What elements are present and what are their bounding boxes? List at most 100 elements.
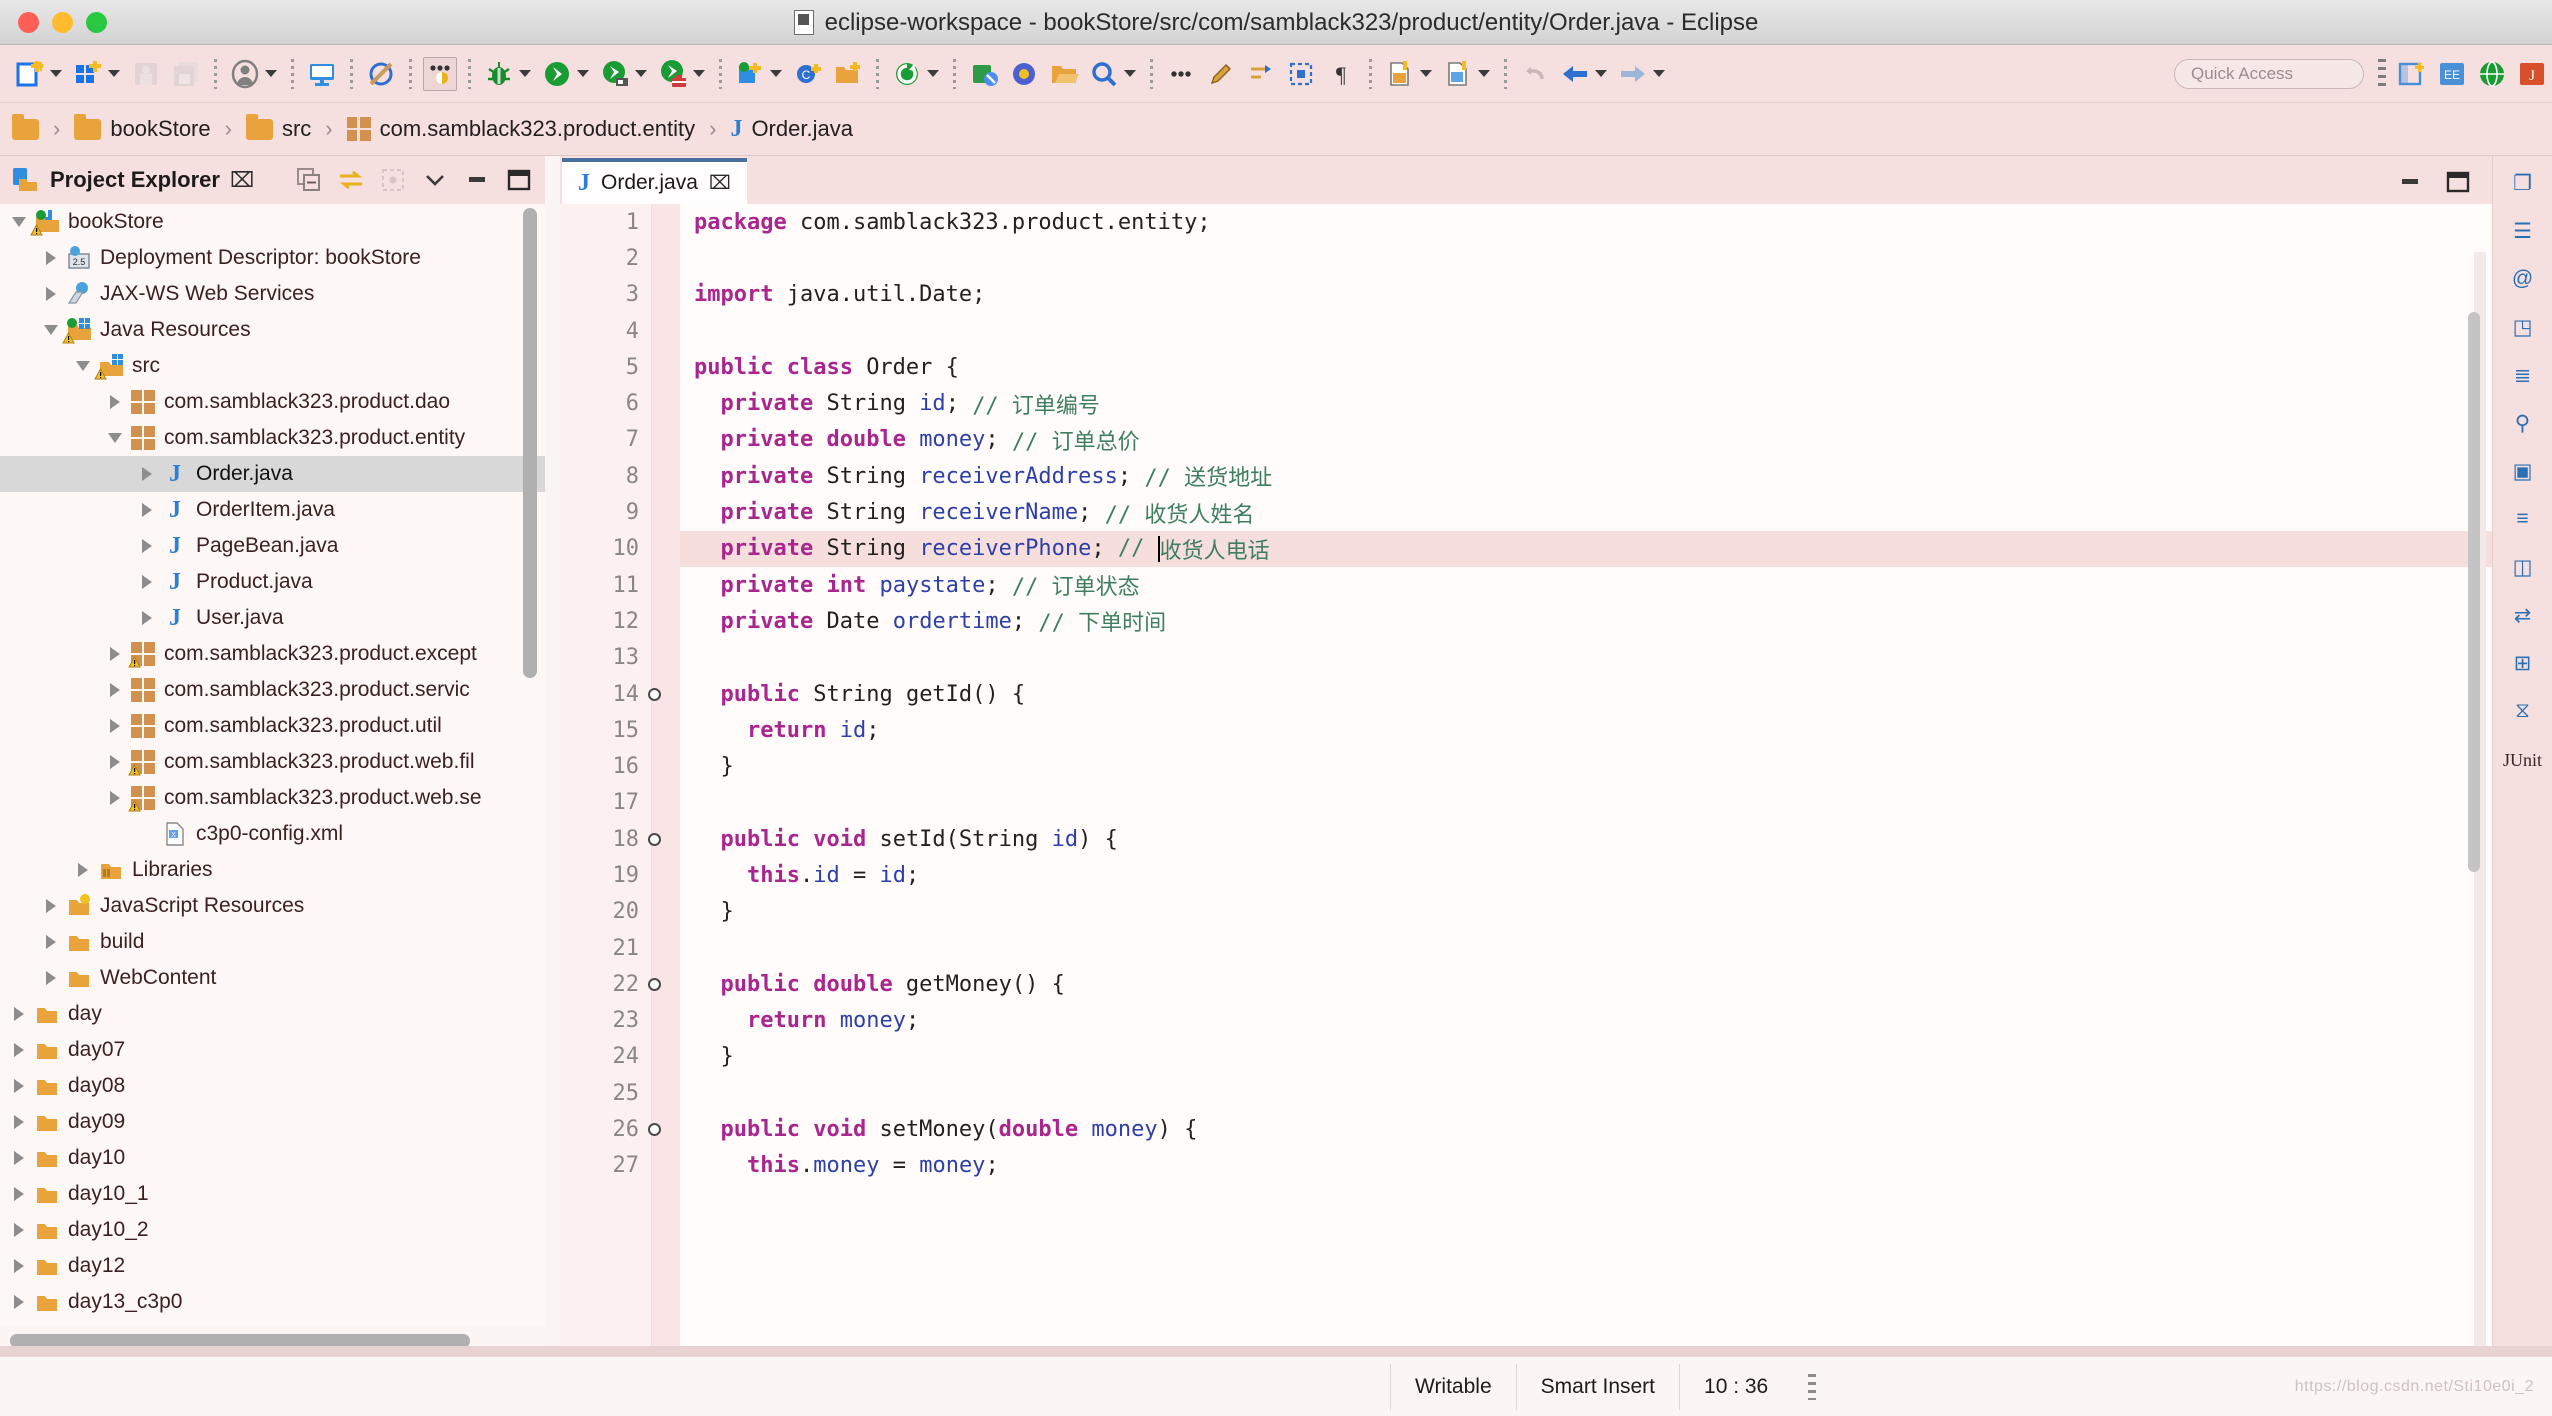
chevron-down-icon[interactable] [38,325,64,335]
chevron-down-icon[interactable] [1653,70,1665,77]
chevron-right-icon[interactable] [102,647,128,661]
code-line[interactable]: public void setId(String id) { [680,821,2492,857]
debug-button[interactable] [479,52,537,96]
chevron-right-icon[interactable] [134,503,160,517]
minimize-editor-button[interactable] [2396,168,2424,196]
maximize-window-button[interactable] [86,11,107,33]
status-bar-handle[interactable] [1808,1373,1817,1400]
collapse-all-button[interactable] [295,166,323,194]
edit-annotation-button[interactable] [1201,52,1241,96]
view-menu-button[interactable] [421,166,449,194]
chevron-down-icon[interactable] [50,70,62,77]
chevron-down-icon[interactable] [635,70,647,77]
chevron-right-icon[interactable] [6,1115,32,1129]
quick-access-input[interactable]: Quick Access [2174,58,2364,89]
tree-item-order-java[interactable]: J Order.java [0,456,545,492]
tree-item-javascript-resources[interactable]: JavaScript Resources [0,888,545,924]
search-view-icon[interactable]: ⚲ [2504,406,2542,440]
chevron-right-icon[interactable] [70,863,96,877]
new-wizard-button[interactable] [10,52,68,96]
tree-item-com-samblack323-product-dao[interactable]: com.samblack323.product.dao [0,384,545,420]
chevron-down-icon[interactable] [1124,70,1136,77]
tree-item-day08[interactable]: day08 [0,1068,545,1104]
chevron-down-icon[interactable] [927,70,939,77]
save-all-button[interactable] [166,52,206,96]
external-tools-button[interactable] [653,52,711,96]
chevron-down-icon[interactable] [1595,70,1607,77]
code-line[interactable]: private double money; // 订单总价 [680,422,2492,458]
new-package-button[interactable] [68,52,126,96]
code-line[interactable]: import java.util.Date; [680,277,2492,313]
code-editor[interactable]: 1 2 3 4 5 6 7 8 9 10 11 12 13 14 15 16 17 18 19 20 21 22 23 24 2… [560,204,2492,1356]
tree-item-com-samblack323-product-util[interactable]: com.samblack323.product.util [0,708,545,744]
java-ee-perspective-button[interactable]: EE [2432,52,2472,96]
properties-view-icon[interactable]: ≡ [2504,502,2542,536]
tree-item-day10[interactable]: day10 [0,1140,545,1176]
save-button[interactable] [126,52,166,96]
tree-item-day10-2[interactable]: day10_2 [0,1212,545,1248]
code-line[interactable] [680,640,2492,676]
tree-item-com-samblack323-product-web-fil[interactable]: com.samblack323.product.web.fil [0,744,545,780]
window-controls[interactable] [18,11,107,33]
tree-item-src[interactable]: src [0,348,545,384]
chevron-down-icon[interactable] [519,70,531,77]
data-source-explorer-icon[interactable]: @ [2504,262,2542,296]
tree-item-deployment-descriptor-bookstore[interactable]: 2.5 Deployment Descriptor: bookStore [0,240,545,276]
new-jsp-button[interactable] [1380,52,1438,96]
chevron-right-icon[interactable] [38,935,64,949]
forward-button[interactable] [1613,52,1671,96]
chevron-down-icon[interactable] [1420,70,1432,77]
editor-vertical-scrollbar[interactable] [2468,312,2480,872]
close-window-button[interactable] [18,11,39,33]
chevron-right-icon[interactable] [6,1259,32,1273]
tree-item-day[interactable]: day [0,996,545,1032]
code-line[interactable]: private Date ordertime; // 下单时间 [680,603,2492,639]
code-line[interactable]: return money; [680,1003,2492,1039]
tree-item-build[interactable]: build [0,924,545,960]
tree-item-day07[interactable]: day07 [0,1032,545,1068]
project-tree[interactable]: bookStore 2.5 Deployment Descriptor: bookS… [0,204,545,1326]
web-perspective-button[interactable] [2472,52,2512,96]
chevron-right-icon[interactable] [6,1295,32,1309]
code-line[interactable]: public void setMoney(double money) { [680,1111,2492,1147]
status-insert-mode[interactable]: Smart Insert [1515,1363,1679,1410]
code-line[interactable]: } [680,748,2492,784]
chevron-right-icon[interactable] [102,719,128,733]
tree-item-com-samblack323-product-except[interactable]: com.samblack323.product.except [0,636,545,672]
breadcrumb-item-bookstore[interactable]: bookStore [74,113,211,142]
tree-item-jax-ws-web-services[interactable]: JAX-WS Web Services [0,276,545,312]
editor-scroll-track[interactable] [2468,252,2486,1356]
chevron-right-icon[interactable] [6,1151,32,1165]
tree-item-com-samblack323-product-web-se[interactable]: com.samblack323.product.web.se [0,780,545,816]
chevron-right-icon[interactable] [6,1223,32,1237]
open-task-button[interactable] [1004,52,1044,96]
undo-button[interactable] [1515,52,1555,96]
code-line[interactable]: } [680,894,2492,930]
chevron-right-icon[interactable] [6,1007,32,1021]
breadcrumb-item-src[interactable]: src [245,113,311,142]
tree-item-libraries[interactable]: Libraries [0,852,545,888]
chevron-down-icon[interactable] [770,70,782,77]
chevron-right-icon[interactable] [134,611,160,625]
close-icon[interactable]: ⌧ [709,172,731,195]
maximize-editor-button[interactable] [2444,168,2472,196]
code-line[interactable]: this. id = id; [680,857,2492,893]
code-line[interactable]: private String receiverPhone; // 收货人电话 [680,530,2492,567]
code-line[interactable] [680,930,2492,966]
new-xml-button[interactable] [1438,52,1496,96]
tree-item-pagebean-java[interactable]: J PageBean.java [0,528,545,564]
open-resource-button[interactable] [1044,52,1084,96]
tree-item-day12[interactable]: day12 [0,1248,545,1284]
refresh-button[interactable] [887,52,945,96]
breadcrumb-item-package[interactable]: com.samblack323.product.entity [346,116,695,142]
chevron-down-icon[interactable] [577,70,589,77]
tree-item-webcontent[interactable]: WebContent [0,960,545,996]
code-line[interactable]: } [680,1039,2492,1075]
code-line[interactable] [680,1075,2492,1111]
tree-item-c3p0-config-xml[interactable]: Xc3p0-config.xml [0,816,545,852]
snippets-view-icon[interactable]: ◳ [2504,310,2542,344]
chevron-down-icon[interactable] [102,433,128,443]
chevron-right-icon[interactable] [38,251,64,265]
restore-view-icon[interactable]: ❐ [2504,166,2542,200]
link-with-editor-button[interactable] [337,166,365,194]
